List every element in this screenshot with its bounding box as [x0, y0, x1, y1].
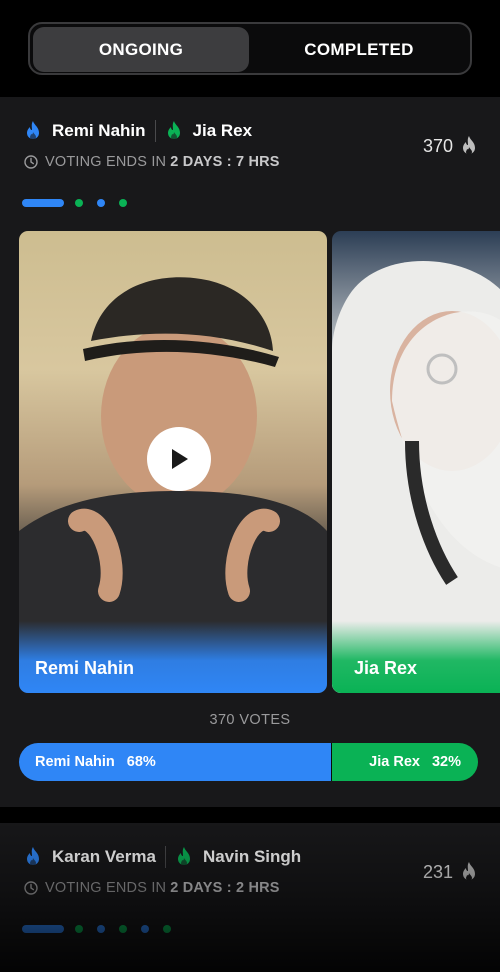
- status-tabs: ONGOING COMPLETED: [28, 22, 472, 75]
- tab-ongoing[interactable]: ONGOING: [33, 27, 249, 72]
- page-indicator-active[interactable]: [22, 199, 64, 207]
- page-indicator[interactable]: [119, 925, 127, 933]
- flame-icon: [463, 136, 475, 155]
- page-indicator[interactable]: [75, 925, 83, 933]
- vote-share-a-pct: 68%: [126, 754, 156, 770]
- contestant-b-video[interactable]: Jia Rex: [332, 231, 500, 693]
- clock-icon: [24, 881, 38, 895]
- vote-share-a-name: Remi Nahin: [35, 754, 115, 770]
- play-button[interactable]: [147, 427, 211, 491]
- contestant-a-label: Remi Nahin: [19, 621, 327, 693]
- contestant-b-name[interactable]: Jia Rex: [193, 121, 253, 141]
- page-indicator[interactable]: [163, 925, 171, 933]
- fire-count-value: 231: [422, 861, 453, 882]
- blue-flame-icon: [27, 121, 39, 140]
- play-icon: [172, 449, 188, 469]
- clock-icon: [24, 155, 38, 169]
- page-indicator[interactable]: [97, 199, 105, 207]
- page-indicator[interactable]: [75, 199, 83, 207]
- green-flame-icon: [177, 847, 190, 866]
- carousel-pagination: [22, 925, 185, 933]
- page-indicator-active[interactable]: [22, 925, 64, 933]
- flame-icon: [463, 862, 475, 881]
- vote-share-b[interactable]: Jia Rex 32%: [331, 743, 478, 781]
- vote-share-b-name: Jia Rex: [369, 754, 420, 770]
- blue-flame-icon: [27, 847, 39, 866]
- fire-count: 370: [423, 135, 478, 157]
- total-votes: 370 VOTES: [209, 712, 291, 728]
- battle-card[interactable]: Remi Nahin Jia Rex VOTING ENDS IN 2 DAYS…: [0, 97, 500, 807]
- contestant-a-name[interactable]: Karan Verma: [52, 847, 156, 867]
- battle-card[interactable]: Karan Verma Navin Singh VOTING ENDS IN 2…: [0, 823, 500, 972]
- matchup-header: Karan Verma Navin Singh: [24, 845, 301, 869]
- vote-share-a[interactable]: Remi Nahin 68%: [19, 743, 332, 781]
- matchup-header: Remi Nahin Jia Rex: [24, 119, 252, 143]
- page-indicator[interactable]: [119, 199, 127, 207]
- divider: [154, 120, 156, 142]
- divider: [164, 846, 166, 868]
- fire-count-value: 370: [422, 135, 453, 156]
- voting-ends-prefix: VOTING ENDS IN: [45, 880, 167, 896]
- voting-ends: VOTING ENDS IN 2 DAYS : 7 HRS: [24, 154, 280, 170]
- tab-completed[interactable]: COMPLETED: [249, 27, 469, 72]
- page-indicator[interactable]: [97, 925, 105, 933]
- contestant-a-video[interactable]: Remi Nahin: [19, 231, 327, 693]
- contestant-b-name[interactable]: Navin Singh: [203, 847, 301, 867]
- fire-count: 231: [423, 861, 478, 883]
- contestant-b-label: Jia Rex: [332, 621, 500, 693]
- vote-split-bar: Remi Nahin 68% Jia Rex 32%: [19, 743, 478, 781]
- voting-ends-value: 2 DAYS : 2 HRS: [170, 880, 280, 896]
- page-indicator[interactable]: [141, 925, 149, 933]
- vote-share-b-pct: 32%: [431, 754, 461, 770]
- voting-ends: VOTING ENDS IN 2 DAYS : 2 HRS: [24, 880, 280, 896]
- carousel-pagination: [22, 199, 141, 207]
- voting-ends-value: 2 DAYS : 7 HRS: [170, 154, 280, 170]
- contestant-a-name[interactable]: Remi Nahin: [52, 121, 146, 141]
- voting-ends-prefix: VOTING ENDS IN: [45, 154, 167, 170]
- green-flame-icon: [167, 121, 180, 140]
